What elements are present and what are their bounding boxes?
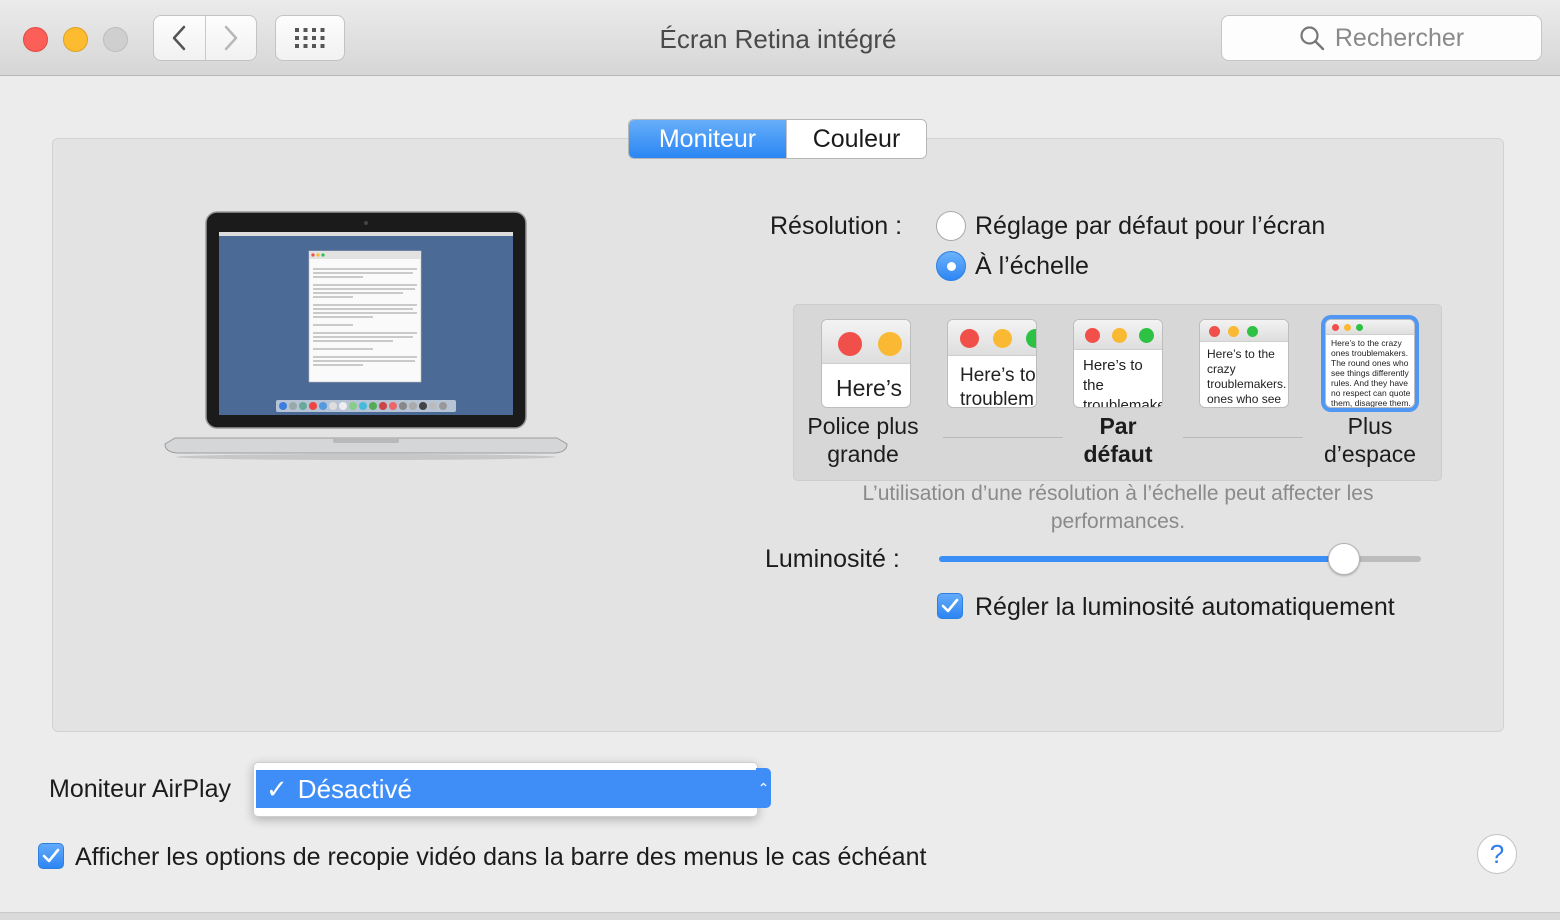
brightness-slider-knob[interactable] xyxy=(1327,543,1360,575)
radio-default-resolution[interactable] xyxy=(936,211,966,241)
navigation-buttons xyxy=(153,15,257,61)
mirroring-options-label[interactable]: Afficher les options de recopie vidéo da… xyxy=(75,843,926,872)
scale-label-default: Par défaut xyxy=(1083,413,1153,467)
window-title: Écran Retina intégré xyxy=(659,24,897,54)
scale-option-larger-text[interactable]: Here’s xyxy=(821,319,911,408)
checkmark-icon xyxy=(42,848,60,863)
minimize-window-button[interactable] xyxy=(63,27,88,52)
title-bar: Écran Retina intégré Rechercher xyxy=(0,0,1560,76)
airplay-label: Moniteur AirPlay xyxy=(49,775,232,803)
search-placeholder: Rechercher xyxy=(1334,23,1465,52)
scaled-resolution-label[interactable]: À l’échelle xyxy=(975,252,1089,281)
scale-sample-text: Here’s to troublem xyxy=(960,365,1036,408)
scale-divider xyxy=(943,437,1063,438)
scale-option-more-space[interactable]: Here’s to the crazy ones troublemakers. … xyxy=(1325,319,1415,408)
popup-arrows-icon[interactable]: ⌃ xyxy=(756,768,771,808)
mirroring-options-checkbox[interactable] xyxy=(38,843,64,869)
tab-bar: Moniteur Couleur xyxy=(628,119,927,159)
chevron-left-icon xyxy=(173,25,186,51)
zoom-window-button[interactable] xyxy=(103,27,128,52)
search-field[interactable]: Rechercher xyxy=(1221,15,1542,61)
laptop-illustration xyxy=(164,211,568,460)
airplay-option-desactive[interactable]: ✓ Désactivé xyxy=(256,770,756,808)
brightness-label: Luminosité : xyxy=(765,545,900,573)
selected-check-icon: ✓ xyxy=(266,773,288,804)
scale-option-4[interactable]: Here’s to the crazy troublemakers. ones … xyxy=(1199,319,1289,408)
window-bottom-edge xyxy=(0,912,1560,920)
scale-option-2[interactable]: Here’s to troublem xyxy=(947,319,1037,408)
chevron-right-icon xyxy=(224,25,237,51)
help-button[interactable]: ? xyxy=(1477,834,1517,874)
show-all-button[interactable] xyxy=(275,15,345,61)
scale-sample-text: Here’s to the crazy troublemakers. ones … xyxy=(1207,347,1287,406)
tab-moniteur[interactable]: Moniteur xyxy=(629,120,786,158)
checkmark-icon xyxy=(941,598,959,613)
grid-icon xyxy=(295,28,325,48)
performance-note: L’utilisation d’une résolution à l’échel… xyxy=(862,482,1374,533)
airplay-option-label: Désactivé xyxy=(297,773,412,804)
search-icon xyxy=(1300,26,1325,51)
back-button[interactable] xyxy=(154,16,205,60)
tab-couleur[interactable]: Couleur xyxy=(786,120,926,158)
default-resolution-label[interactable]: Réglage par défaut pour l’écran xyxy=(975,212,1325,241)
scale-option-default[interactable]: Here’s to the troublemakers, ones who xyxy=(1073,319,1163,408)
scale-sample-text: Here’s to the crazy ones troublemakers. … xyxy=(1331,338,1411,408)
scale-sample-text: Here’s xyxy=(836,375,903,401)
resolution-label: Résolution : xyxy=(770,212,903,240)
scale-label-larger-text: Police plus grande xyxy=(807,413,919,467)
radio-scaled-resolution[interactable] xyxy=(936,251,966,281)
scale-sample-text: Here’s to the troublemakers, ones who xyxy=(1083,357,1162,408)
auto-brightness-label[interactable]: Régler la luminosité automatiquement xyxy=(975,593,1395,622)
brightness-slider-fill xyxy=(939,556,1344,562)
forward-button[interactable] xyxy=(204,16,257,60)
close-window-button[interactable] xyxy=(23,27,48,52)
scale-label-more-space: Plus d’espace xyxy=(1323,413,1417,467)
scale-divider xyxy=(1183,437,1303,438)
auto-brightness-checkbox[interactable] xyxy=(937,593,963,619)
